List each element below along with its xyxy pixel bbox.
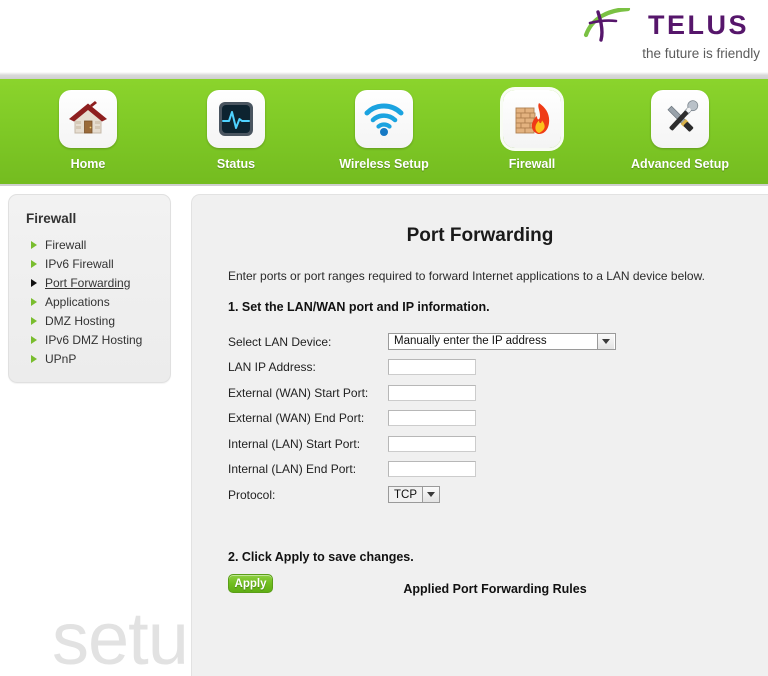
lan-start-port-input[interactable] — [388, 435, 476, 452]
lan-device-label: Select LAN Device: — [228, 334, 332, 349]
step-2-heading: 2. Click Apply to save changes. — [228, 549, 414, 564]
lan-start-port-label: Internal (LAN) Start Port: — [228, 436, 361, 451]
nav-label: Advanced Setup — [631, 157, 729, 171]
chevron-right-icon — [31, 297, 37, 306]
lan-ip-input[interactable] — [388, 359, 476, 376]
nav-item-firewall[interactable]: Firewall — [458, 79, 606, 184]
lan-ip-label: LAN IP Address: — [228, 360, 316, 375]
chevron-right-icon — [31, 316, 37, 325]
step-1-heading: 1. Set the LAN/WAN port and IP informati… — [228, 300, 490, 314]
main-navigation: Home Status Wireless Setup Firewall Adva… — [0, 79, 768, 186]
chevron-right-icon — [31, 240, 37, 249]
wrench-screwdriver-icon — [651, 90, 709, 148]
nav-label: Status — [216, 157, 256, 171]
protocol-selected-value: TCP — [394, 488, 417, 501]
nav-item-wireless-setup[interactable]: Wireless Setup — [310, 79, 458, 184]
protocol-label: Protocol: — [228, 487, 276, 502]
firewall-brickwall-flame-icon — [503, 90, 561, 148]
page-title: Port Forwarding — [406, 225, 554, 246]
form-row-protocol: Protocol: TCP — [228, 482, 754, 508]
chevron-right-icon — [31, 335, 37, 344]
firewall-sidebar: Firewall Firewall IPv6 Firewall Port For… — [8, 194, 171, 383]
telus-wordmark: TELUS — [648, 10, 750, 40]
form-row-lan-start-port: Internal (LAN) Start Port: — [228, 431, 754, 457]
wan-start-port-input[interactable] — [388, 384, 476, 401]
lan-end-port-label: Internal (LAN) End Port: — [228, 462, 357, 477]
lan-end-port-input[interactable] — [388, 461, 476, 478]
header-divider — [0, 72, 768, 79]
lan-device-selected-value: Manually enter the IP address — [394, 335, 547, 348]
sidebar-item-applications[interactable]: Applications — [9, 292, 170, 311]
apply-button[interactable]: Apply — [228, 574, 273, 593]
intro-text: Enter ports or port ranges required to f… — [228, 269, 705, 283]
protocol-select[interactable]: TCP — [388, 486, 440, 504]
telus-slogan: the future is friendly — [642, 46, 760, 61]
sidebar-item-label: UPnP — [45, 351, 77, 366]
form-row-wan-start-port: External (WAN) Start Port: — [228, 380, 754, 406]
sidebar-item-port-forwarding[interactable]: Port Forwarding — [9, 273, 170, 292]
sidebar-item-label: IPv6 Firewall — [45, 256, 114, 271]
chevron-down-icon — [597, 334, 614, 350]
page-root: setuprouter TELUS the future is friendly — [0, 0, 768, 676]
house-icon — [59, 90, 117, 148]
sidebar-title: Firewall — [26, 211, 77, 226]
nav-label: Wireless Setup — [339, 157, 429, 171]
chevron-down-icon — [422, 487, 439, 503]
wan-end-port-input[interactable] — [388, 410, 476, 427]
sidebar-item-label: IPv6 DMZ Hosting — [45, 332, 143, 347]
heartbeat-monitor-icon — [207, 90, 265, 148]
sidebar-item-label: Firewall — [45, 237, 87, 252]
chevron-right-icon — [31, 278, 37, 287]
port-forwarding-panel: Port Forwarding Enter ports or port rang… — [191, 194, 768, 676]
sidebar-item-upnp[interactable]: UPnP — [9, 349, 170, 368]
nav-label: Firewall — [508, 157, 556, 171]
sidebar-item-ipv6-dmz-hosting[interactable]: IPv6 DMZ Hosting — [9, 330, 170, 349]
sidebar-item-label: Applications — [45, 294, 110, 309]
form-row-lan-device: Select LAN Device: Manually enter the IP… — [228, 329, 754, 355]
page-header: TELUS the future is friendly — [0, 0, 768, 72]
sidebar-item-firewall[interactable]: Firewall — [9, 235, 170, 254]
nav-item-advanced-setup[interactable]: Advanced Setup — [606, 79, 754, 184]
sidebar-item-ipv6-firewall[interactable]: IPv6 Firewall — [9, 254, 170, 273]
chevron-right-icon — [31, 354, 37, 363]
lan-device-select[interactable]: Manually enter the IP address — [388, 333, 616, 351]
sidebar-item-label: DMZ Hosting — [45, 313, 116, 328]
applied-rules-heading: Applied Port Forwarding Rules — [403, 582, 587, 596]
telus-logo: TELUS the future is friendly — [576, 8, 762, 68]
form-row-lan-ip: LAN IP Address: — [228, 355, 754, 381]
wifi-icon — [355, 90, 413, 148]
form-row-wan-end-port: External (WAN) End Port: — [228, 406, 754, 432]
wan-start-port-label: External (WAN) Start Port: — [228, 385, 369, 400]
port-forwarding-form: Select LAN Device: Manually enter the IP… — [228, 329, 754, 508]
nav-item-home[interactable]: Home — [14, 79, 162, 184]
nav-item-status[interactable]: Status — [162, 79, 310, 184]
nav-label: Home — [70, 157, 106, 171]
chevron-right-icon — [31, 259, 37, 268]
sidebar-menu: Firewall IPv6 Firewall Port Forwarding A… — [9, 235, 170, 368]
form-row-lan-end-port: Internal (LAN) End Port: — [228, 457, 754, 483]
sidebar-item-label: Port Forwarding — [45, 275, 131, 290]
telus-swoosh-icon — [583, 8, 631, 42]
sidebar-item-dmz-hosting[interactable]: DMZ Hosting — [9, 311, 170, 330]
wan-end-port-label: External (WAN) End Port: — [228, 411, 365, 426]
